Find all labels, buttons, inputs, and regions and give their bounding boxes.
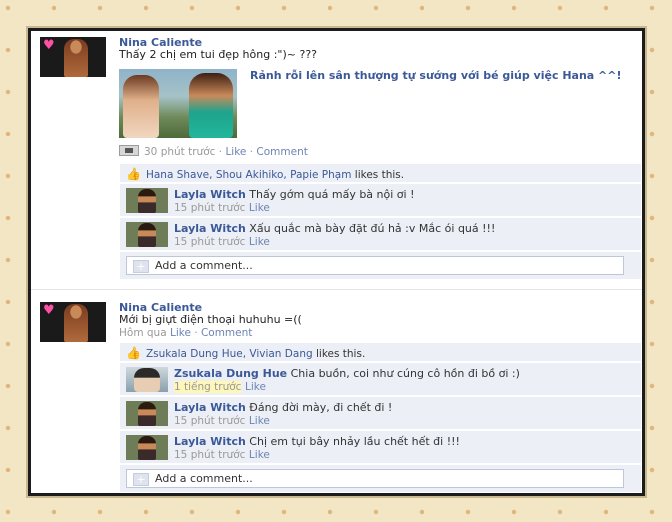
likes-row: 👍 Hana Shave, Shou Akihiko, Papie Phạm li… (120, 164, 641, 183)
comment-author[interactable]: Layla Witch (174, 435, 246, 448)
avatar[interactable] (126, 435, 168, 460)
plus-icon: + (133, 260, 149, 273)
post-time[interactable]: 30 phút trước (144, 146, 215, 158)
comment-link[interactable]: Comment (201, 327, 252, 339)
photo-person-2 (189, 73, 233, 138)
like-link[interactable]: Like (170, 327, 191, 339)
comment-text: Đáng đời mày, đi chết đi ! (245, 401, 393, 414)
comment-like-link[interactable]: Like (245, 381, 266, 393)
comment-text: Chia buồn, coi như cúng cô hồn đi bồ ơi … (287, 367, 520, 380)
comment-time[interactable]: 1 tiếng trước (174, 381, 242, 393)
like-link[interactable]: Like (225, 146, 246, 158)
post-photo[interactable] (119, 69, 237, 138)
comment-like-link[interactable]: Like (249, 236, 270, 248)
comment-author[interactable]: Zsukala Dung Hue (174, 367, 287, 380)
avatar[interactable] (126, 188, 168, 213)
heart-icon: ♥ (43, 303, 55, 318)
post-status: Thấy 2 chị em tui đẹp hông :")~ ??? (119, 48, 317, 61)
comment: Layla Witch Thấy gớm quá mấy bà nội ơi !… (120, 184, 641, 217)
news-feed-frame: ♥ Nina Caliente Thấy 2 chị em tui đẹp hô… (28, 28, 645, 496)
post-time[interactable]: Hôm qua (119, 327, 167, 339)
thumbs-up-icon: 👍 (126, 346, 141, 360)
photo-caption[interactable]: Rảnh rỗi lên sân thượng tự sướng với bé … (250, 69, 642, 82)
heart-icon: ♥ (43, 38, 55, 53)
comment: Layla Witch Xấu quắc mà bày đặt đú hả :v… (120, 218, 641, 251)
add-comment-row: + Add a comment... (120, 465, 641, 492)
sim-figure-icon (64, 39, 88, 77)
comment: Zsukala Dung Hue Chia buồn, coi như cúng… (120, 363, 641, 396)
photo-person-1 (123, 75, 159, 138)
likers-names[interactable]: Hana Shave, Shou Akihiko, Papie Phạm (146, 169, 351, 181)
avatar[interactable]: ♥ (40, 302, 106, 342)
sim-figure-icon (138, 189, 156, 213)
comment-text: Chị em tụi bây nhảy lầu chết hết đi !!! (245, 435, 460, 448)
comment-text: Thấy gớm quá mấy bà nội ơi ! (245, 188, 415, 201)
post-divider (31, 289, 642, 290)
comment-link[interactable]: Comment (256, 146, 307, 158)
avatar[interactable]: ♥ (40, 37, 106, 77)
comment: Layla Witch Đáng đời mày, đi chết đi ! 1… (120, 397, 641, 430)
avatar[interactable] (126, 401, 168, 426)
plus-icon: + (133, 473, 149, 486)
post-meta: Hôm qua Like · Comment (119, 327, 253, 339)
sim-figure-icon (138, 436, 156, 460)
sim-figure-icon (138, 223, 156, 247)
photo-album-icon (119, 145, 139, 156)
comment-like-link[interactable]: Like (249, 202, 270, 214)
comment: Layla Witch Chị em tụi bây nhảy lầu chết… (120, 431, 641, 464)
likes-row: 👍 Zsukala Dung Hue, Vivian Dang likes thi… (120, 343, 641, 362)
avatar[interactable] (126, 222, 168, 247)
comment-author[interactable]: Layla Witch (174, 188, 246, 201)
add-comment-input[interactable]: + Add a comment... (126, 256, 624, 275)
comment-time[interactable]: 15 phút trước (174, 202, 245, 214)
comment-author[interactable]: Layla Witch (174, 401, 246, 414)
post-meta: 30 phút trước · Like · Comment (119, 145, 308, 158)
comment-time[interactable]: 15 phút trước (174, 449, 245, 461)
comment-text: Xấu quắc mà bày đặt đú hả :v Mắc ói quá … (245, 222, 496, 235)
post-status: Mới bị giựt điện thoại huhuhu =(( (119, 313, 302, 326)
comment-author[interactable]: Layla Witch (174, 222, 246, 235)
sim-figure-icon (138, 402, 156, 426)
sim-figure-icon (64, 304, 88, 342)
add-comment-row: + Add a comment... (120, 252, 641, 279)
avatar[interactable] (126, 367, 168, 392)
user-photo-icon (134, 368, 160, 392)
comment-like-link[interactable]: Like (249, 415, 270, 427)
comment-time[interactable]: 15 phút trước (174, 236, 245, 248)
comment-time[interactable]: 15 phút trước (174, 415, 245, 427)
add-comment-input[interactable]: + Add a comment... (126, 469, 624, 488)
comment-like-link[interactable]: Like (249, 449, 270, 461)
likers-names[interactable]: Zsukala Dung Hue, Vivian Dang (146, 348, 313, 360)
thumbs-up-icon: 👍 (126, 167, 141, 181)
